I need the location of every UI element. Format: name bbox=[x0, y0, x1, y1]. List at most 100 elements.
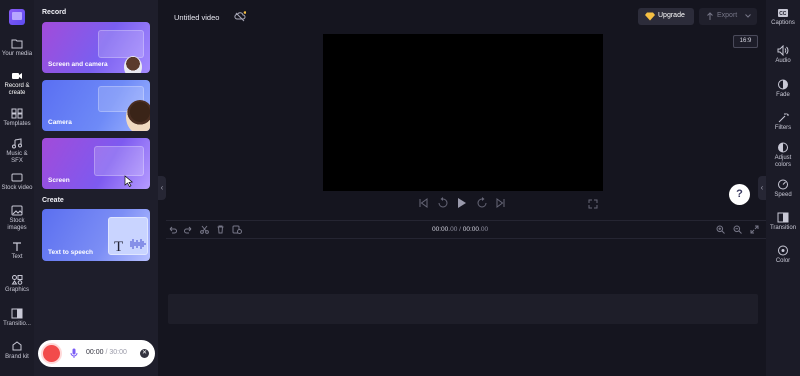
properties-rail: CC Captions Audio Fade Filters Adjust co… bbox=[766, 0, 800, 376]
nav-label: Brand kit bbox=[5, 354, 29, 360]
music-icon bbox=[12, 138, 22, 149]
upgrade-button[interactable]: Upgrade bbox=[638, 8, 694, 25]
empty-track[interactable] bbox=[168, 294, 758, 324]
nav-music-sfx[interactable]: Music & SFX bbox=[0, 138, 34, 165]
nav-stock-video[interactable]: Stock video bbox=[0, 172, 34, 192]
rail-fade[interactable]: Fade bbox=[766, 79, 800, 99]
text-t-icon: T bbox=[114, 239, 124, 255]
rail-speed[interactable]: Speed bbox=[766, 179, 800, 199]
brand-kit-icon bbox=[12, 341, 22, 351]
card-label: Screen and camera bbox=[48, 61, 108, 68]
help-button[interactable]: ? bbox=[729, 184, 750, 205]
microphone-icon[interactable] bbox=[70, 348, 78, 359]
export-button[interactable]: Export bbox=[699, 8, 757, 25]
nav-transitions[interactable]: Transitio... bbox=[0, 308, 34, 328]
app-logo-icon[interactable] bbox=[9, 9, 25, 25]
fit-timeline-icon[interactable] bbox=[750, 225, 759, 234]
nav-label: Templates bbox=[3, 121, 31, 127]
left-navigation: Your media Record & create Templates Mus… bbox=[0, 0, 34, 376]
split-scissors-icon[interactable] bbox=[200, 225, 209, 234]
adjust-colors-icon bbox=[778, 142, 788, 153]
rail-label: Filters bbox=[774, 125, 792, 131]
close-recorder-icon[interactable]: ✕ bbox=[140, 349, 149, 358]
nav-label: Graphics bbox=[4, 287, 29, 293]
transition-icon bbox=[777, 212, 789, 223]
folder-icon bbox=[11, 39, 23, 49]
rail-label: Color bbox=[775, 258, 791, 264]
create-heading: Create bbox=[42, 197, 64, 204]
current-time: 00:00 bbox=[432, 226, 449, 233]
skip-forward-icon[interactable] bbox=[496, 197, 506, 209]
rail-color[interactable]: Color bbox=[766, 245, 800, 265]
record-create-panel: Record Screen and camera Camera Screen C… bbox=[34, 0, 158, 376]
waveform-icon bbox=[130, 239, 146, 249]
nav-text[interactable]: Text bbox=[0, 241, 34, 261]
nav-graphics[interactable]: Graphics bbox=[0, 274, 34, 294]
rail-filters[interactable]: Filters bbox=[766, 112, 800, 132]
card-label: Screen bbox=[48, 177, 70, 184]
screen-and-camera-card[interactable]: Screen and camera bbox=[42, 22, 150, 73]
video-preview-canvas[interactable] bbox=[323, 34, 603, 191]
video-title[interactable]: Untitled video bbox=[174, 13, 219, 22]
text-to-speech-card[interactable]: T Text to speech bbox=[42, 209, 150, 261]
screen-preview-thumbnail bbox=[98, 30, 144, 58]
cloud-sync-off-icon[interactable] bbox=[234, 11, 246, 23]
nav-stock-images[interactable]: Stock images bbox=[0, 205, 34, 232]
rail-label: Fade bbox=[776, 92, 790, 98]
nav-brand-kit[interactable]: Brand kit bbox=[0, 341, 34, 361]
speed-icon bbox=[778, 179, 788, 190]
collapse-panel-button[interactable]: ‹ bbox=[158, 176, 166, 200]
forward-5s-icon[interactable] bbox=[476, 197, 488, 209]
rail-label: Adjust colors bbox=[774, 155, 792, 168]
export-arrow-icon bbox=[707, 12, 713, 20]
aspect-ratio-button[interactable]: 16:9 bbox=[733, 35, 758, 48]
nav-label: Stock images bbox=[7, 218, 27, 231]
rail-audio[interactable]: Audio bbox=[766, 45, 800, 65]
presenter-avatar bbox=[126, 100, 150, 131]
zoom-out-icon[interactable] bbox=[733, 225, 742, 234]
nav-templates[interactable]: Templates bbox=[0, 108, 34, 128]
nav-label: Transitio... bbox=[3, 321, 31, 327]
fade-icon bbox=[778, 79, 788, 90]
rail-transition[interactable]: Transition bbox=[766, 212, 800, 232]
play-icon[interactable] bbox=[457, 197, 467, 209]
nav-record-create[interactable]: Record & create bbox=[0, 71, 34, 97]
filters-icon bbox=[778, 113, 789, 123]
timeline-toolbar: 00:00.00 / 00:00.00 bbox=[166, 220, 766, 238]
nav-label: Your media bbox=[1, 51, 33, 57]
captions-icon: CC bbox=[778, 9, 788, 17]
top-bar: Untitled video Upgrade Export bbox=[166, 0, 766, 34]
clipchamp-editor: Your media Record & create Templates Mus… bbox=[0, 0, 800, 376]
nav-label: Text bbox=[11, 254, 23, 260]
recording-timer: 00:00 / 30:00 bbox=[86, 349, 127, 356]
time-limit: / 30:00 bbox=[105, 349, 127, 356]
fullscreen-icon[interactable] bbox=[588, 199, 598, 209]
chevron-down-icon bbox=[745, 14, 751, 18]
total-time-frac: .00 bbox=[479, 226, 489, 233]
camera-icon bbox=[12, 73, 22, 79]
color-icon bbox=[778, 245, 788, 256]
card-label: Text to speech bbox=[48, 249, 94, 256]
timeline-tracks bbox=[166, 238, 766, 376]
card-label: Camera bbox=[48, 119, 72, 126]
camera-card[interactable]: Camera bbox=[42, 80, 150, 131]
undo-icon[interactable] bbox=[168, 225, 177, 234]
redo-icon[interactable] bbox=[184, 225, 193, 234]
presenter-avatar bbox=[124, 56, 142, 73]
record-button[interactable] bbox=[41, 343, 62, 364]
skip-back-icon[interactable] bbox=[418, 197, 428, 209]
screen-card[interactable]: Screen bbox=[42, 138, 150, 189]
rail-adjust-colors[interactable]: Adjust colors bbox=[766, 142, 800, 169]
rewind-5s-icon[interactable] bbox=[437, 197, 449, 209]
collapse-properties-button[interactable]: ‹ bbox=[758, 176, 766, 200]
nav-label: Stock video bbox=[1, 185, 33, 191]
mouse-cursor-icon bbox=[124, 175, 134, 187]
nav-your-media[interactable]: Your media bbox=[0, 38, 34, 58]
delete-icon[interactable] bbox=[216, 225, 225, 234]
nav-label: Music & SFX bbox=[6, 151, 28, 164]
rail-captions[interactable]: CC Captions bbox=[766, 8, 800, 27]
zoom-in-icon[interactable] bbox=[716, 225, 725, 234]
rail-label: Audio bbox=[775, 58, 791, 64]
add-media-icon[interactable] bbox=[232, 225, 242, 234]
rail-label: Transition bbox=[769, 225, 797, 231]
